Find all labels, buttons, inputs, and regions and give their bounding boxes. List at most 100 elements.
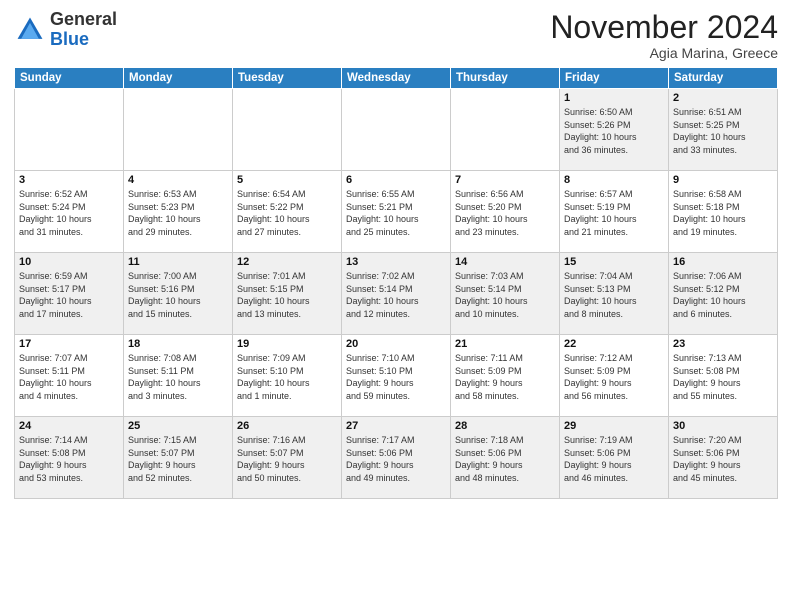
day-info: Sunrise: 7:07 AM Sunset: 5:11 PM Dayligh… [19, 352, 119, 402]
table-row: 24Sunrise: 7:14 AM Sunset: 5:08 PM Dayli… [15, 417, 124, 499]
day-info: Sunrise: 7:20 AM Sunset: 5:06 PM Dayligh… [673, 434, 773, 484]
table-row: 25Sunrise: 7:15 AM Sunset: 5:07 PM Dayli… [124, 417, 233, 499]
day-info: Sunrise: 6:51 AM Sunset: 5:25 PM Dayligh… [673, 106, 773, 156]
day-number: 21 [455, 338, 555, 350]
col-wednesday: Wednesday [342, 68, 451, 89]
logo-icon [14, 14, 46, 46]
day-info: Sunrise: 7:17 AM Sunset: 5:06 PM Dayligh… [346, 434, 446, 484]
day-number: 22 [564, 338, 664, 350]
day-number: 15 [564, 256, 664, 268]
day-info: Sunrise: 6:52 AM Sunset: 5:24 PM Dayligh… [19, 188, 119, 238]
day-info: Sunrise: 6:59 AM Sunset: 5:17 PM Dayligh… [19, 270, 119, 320]
table-row: 6 Sunrise: 6:55 AM Sunset: 5:21 PM Daylig… [342, 171, 451, 253]
table-row: 15 Sunrise: 7:04 AM Sunset: 5:13 PM Dayli… [560, 253, 669, 335]
table-row: 10 Sunrise: 6:59 AM Sunset: 5:17 PM Dayli… [15, 253, 124, 335]
logo: General Blue [14, 10, 117, 50]
day-number: 5 [237, 174, 337, 186]
calendar-week-row: 24Sunrise: 7:14 AM Sunset: 5:08 PM Dayli… [15, 417, 778, 499]
day-info: Sunrise: 6:56 AM Sunset: 5:20 PM Dayligh… [455, 188, 555, 238]
day-info: Sunrise: 7:14 AM Sunset: 5:08 PM Dayligh… [19, 434, 119, 484]
table-row: 22 Sunrise: 7:12 AM Sunset: 5:09 PM Dayli… [560, 335, 669, 417]
calendar-header-row: Sunday Monday Tuesday Wednesday Thursday… [15, 68, 778, 89]
table-row: 18 Sunrise: 7:08 AM Sunset: 5:11 PM Dayli… [124, 335, 233, 417]
day-info: Sunrise: 7:01 AM Sunset: 5:15 PM Dayligh… [237, 270, 337, 320]
day-number: 14 [455, 256, 555, 268]
day-number: 11 [128, 256, 228, 268]
table-row: 28Sunrise: 7:18 AM Sunset: 5:06 PM Dayli… [451, 417, 560, 499]
logo-blue: Blue [50, 29, 89, 49]
table-row [15, 89, 124, 171]
day-number: 18 [128, 338, 228, 350]
col-thursday: Thursday [451, 68, 560, 89]
day-number: 19 [237, 338, 337, 350]
day-number: 9 [673, 174, 773, 186]
location: Agia Marina, Greece [550, 45, 778, 61]
day-number: 6 [346, 174, 446, 186]
day-info: Sunrise: 7:00 AM Sunset: 5:16 PM Dayligh… [128, 270, 228, 320]
day-number: 17 [19, 338, 119, 350]
table-row: 11 Sunrise: 7:00 AM Sunset: 5:16 PM Dayli… [124, 253, 233, 335]
table-row: 20Sunrise: 7:10 AM Sunset: 5:10 PM Dayli… [342, 335, 451, 417]
day-info: Sunrise: 6:50 AM Sunset: 5:26 PM Dayligh… [564, 106, 664, 156]
page: General Blue November 2024 Agia Marina, … [0, 0, 792, 612]
table-row: 26 Sunrise: 7:16 AM Sunset: 5:07 PM Dayli… [233, 417, 342, 499]
day-info: Sunrise: 7:04 AM Sunset: 5:13 PM Dayligh… [564, 270, 664, 320]
table-row: 14 Sunrise: 7:03 AM Sunset: 5:14 PM Dayli… [451, 253, 560, 335]
day-number: 29 [564, 420, 664, 432]
day-number: 27 [346, 420, 446, 432]
table-row [233, 89, 342, 171]
table-row: 21 Sunrise: 7:11 AM Sunset: 5:09 PM Dayli… [451, 335, 560, 417]
day-info: Sunrise: 6:54 AM Sunset: 5:22 PM Dayligh… [237, 188, 337, 238]
calendar-week-row: 1 Sunrise: 6:50 AM Sunset: 5:26 PM Daylig… [15, 89, 778, 171]
day-number: 1 [564, 92, 664, 104]
table-row: 16Sunrise: 7:06 AM Sunset: 5:12 PM Dayli… [669, 253, 778, 335]
day-info: Sunrise: 7:09 AM Sunset: 5:10 PM Dayligh… [237, 352, 337, 402]
calendar-table: Sunday Monday Tuesday Wednesday Thursday… [14, 67, 778, 499]
table-row: 9 Sunrise: 6:58 AM Sunset: 5:18 PM Daylig… [669, 171, 778, 253]
day-info: Sunrise: 6:58 AM Sunset: 5:18 PM Dayligh… [673, 188, 773, 238]
day-number: 10 [19, 256, 119, 268]
title-block: November 2024 Agia Marina, Greece [550, 10, 778, 61]
calendar-week-row: 10 Sunrise: 6:59 AM Sunset: 5:17 PM Dayli… [15, 253, 778, 335]
day-info: Sunrise: 7:16 AM Sunset: 5:07 PM Dayligh… [237, 434, 337, 484]
day-number: 2 [673, 92, 773, 104]
day-info: Sunrise: 7:08 AM Sunset: 5:11 PM Dayligh… [128, 352, 228, 402]
day-number: 12 [237, 256, 337, 268]
logo-text: General Blue [50, 10, 117, 50]
table-row: 4Sunrise: 6:53 AM Sunset: 5:23 PM Daylig… [124, 171, 233, 253]
day-info: Sunrise: 6:53 AM Sunset: 5:23 PM Dayligh… [128, 188, 228, 238]
day-info: Sunrise: 7:12 AM Sunset: 5:09 PM Dayligh… [564, 352, 664, 402]
day-number: 23 [673, 338, 773, 350]
day-info: Sunrise: 7:11 AM Sunset: 5:09 PM Dayligh… [455, 352, 555, 402]
table-row: 12 Sunrise: 7:01 AM Sunset: 5:15 PM Dayli… [233, 253, 342, 335]
calendar-week-row: 17 Sunrise: 7:07 AM Sunset: 5:11 PM Dayli… [15, 335, 778, 417]
month-title: November 2024 [550, 10, 778, 45]
logo-general: General [50, 9, 117, 29]
header: General Blue November 2024 Agia Marina, … [14, 10, 778, 61]
day-info: Sunrise: 7:13 AM Sunset: 5:08 PM Dayligh… [673, 352, 773, 402]
table-row: 5 Sunrise: 6:54 AM Sunset: 5:22 PM Daylig… [233, 171, 342, 253]
col-tuesday: Tuesday [233, 68, 342, 89]
day-info: Sunrise: 7:10 AM Sunset: 5:10 PM Dayligh… [346, 352, 446, 402]
table-row: 7Sunrise: 6:56 AM Sunset: 5:20 PM Daylig… [451, 171, 560, 253]
table-row: 19 Sunrise: 7:09 AM Sunset: 5:10 PM Dayli… [233, 335, 342, 417]
table-row: 2 Sunrise: 6:51 AM Sunset: 5:25 PM Daylig… [669, 89, 778, 171]
day-number: 26 [237, 420, 337, 432]
col-sunday: Sunday [15, 68, 124, 89]
col-friday: Friday [560, 68, 669, 89]
day-info: Sunrise: 7:19 AM Sunset: 5:06 PM Dayligh… [564, 434, 664, 484]
day-info: Sunrise: 7:18 AM Sunset: 5:06 PM Dayligh… [455, 434, 555, 484]
day-number: 3 [19, 174, 119, 186]
table-row: 27 Sunrise: 7:17 AM Sunset: 5:06 PM Dayli… [342, 417, 451, 499]
table-row [342, 89, 451, 171]
day-info: Sunrise: 7:02 AM Sunset: 5:14 PM Dayligh… [346, 270, 446, 320]
day-number: 30 [673, 420, 773, 432]
table-row: 3 Sunrise: 6:52 AM Sunset: 5:24 PM Daylig… [15, 171, 124, 253]
day-info: Sunrise: 7:03 AM Sunset: 5:14 PM Dayligh… [455, 270, 555, 320]
day-info: Sunrise: 6:55 AM Sunset: 5:21 PM Dayligh… [346, 188, 446, 238]
table-row [451, 89, 560, 171]
table-row: 8Sunrise: 6:57 AM Sunset: 5:19 PM Daylig… [560, 171, 669, 253]
table-row: 1 Sunrise: 6:50 AM Sunset: 5:26 PM Daylig… [560, 89, 669, 171]
day-info: Sunrise: 7:15 AM Sunset: 5:07 PM Dayligh… [128, 434, 228, 484]
col-monday: Monday [124, 68, 233, 89]
